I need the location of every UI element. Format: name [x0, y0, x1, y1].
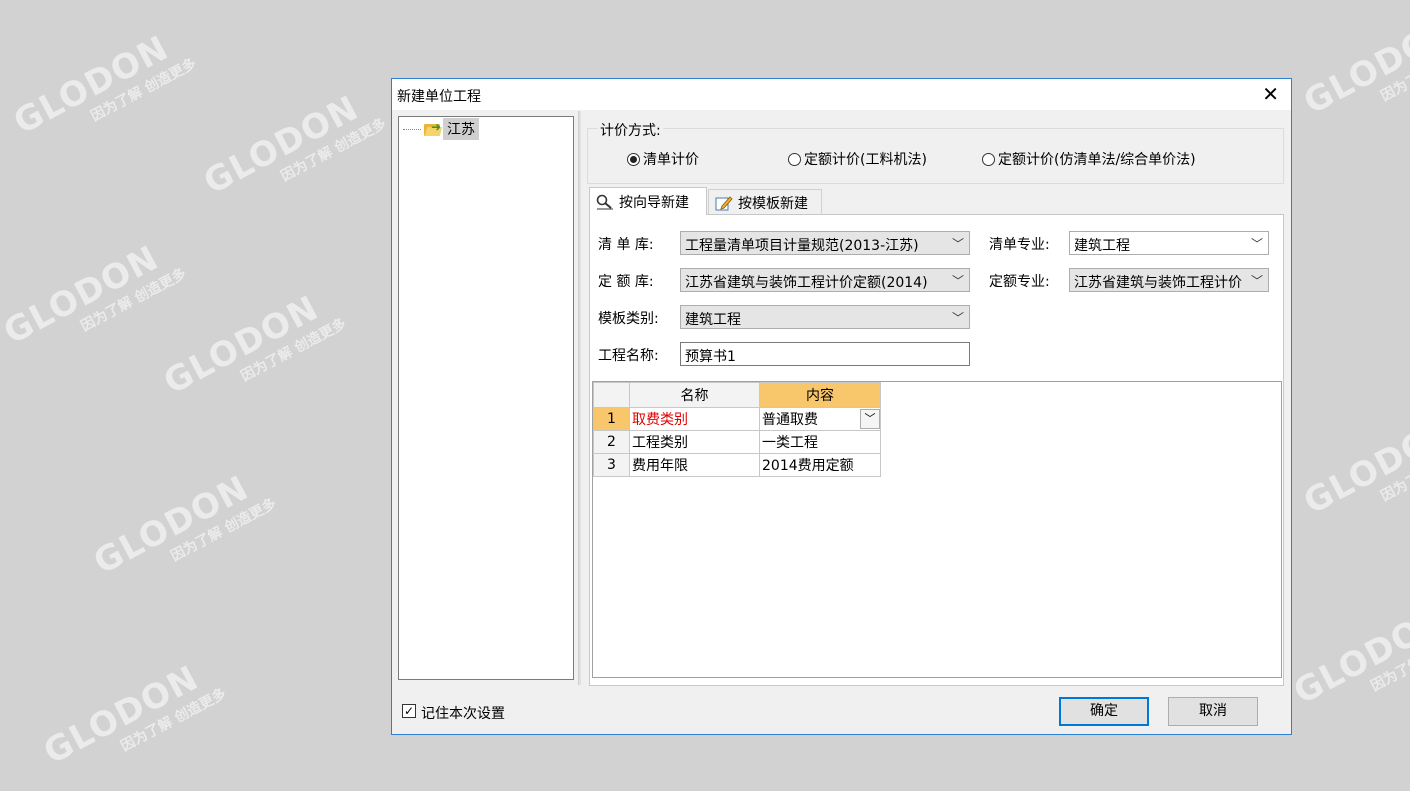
chevron-down-icon: ﹀ [1250, 237, 1263, 251]
cell-name: 费用年限 [629, 453, 760, 477]
list-major-select[interactable]: 建筑工程 ﹀ [1069, 231, 1269, 255]
close-icon[interactable]: ✕ [1262, 82, 1279, 106]
cell-value[interactable]: 2014费用定额 [759, 453, 881, 477]
tree-node-label: 江苏 [443, 118, 479, 140]
dialog-title: 新建单位工程 [397, 89, 481, 105]
cancel-button[interactable]: 取消 [1168, 697, 1258, 726]
chevron-down-icon: ﹀ [951, 274, 964, 288]
tab-template-new[interactable]: 按模板新建 [708, 189, 822, 215]
watermark: GLODON因为了解 创造更多 [157, 287, 350, 403]
watermark: GLODON因为了解 创造更多 [197, 87, 390, 203]
radio-quota-labor-material[interactable]: 定额计价(工料机法) [788, 149, 927, 169]
table-header-row: 名称 内容 [593, 382, 881, 408]
tree-connector [403, 128, 421, 130]
magnifier-icon [596, 194, 614, 210]
row-number: 1 [593, 407, 630, 431]
select-value: 建筑工程 [685, 312, 741, 328]
table-row[interactable]: 2 工程类别 一类工程 [593, 430, 881, 454]
folder-open-icon: ➜ [423, 120, 443, 137]
select-value: 江苏省建筑与装饰工程计价 [1074, 275, 1242, 291]
watermark: GLODON因为了解 创造更多 [7, 27, 200, 143]
radio-label: 清单计价 [643, 152, 699, 168]
header-corner [593, 382, 630, 408]
quota-library-select[interactable]: 江苏省建筑与装饰工程计价定额(2014) ﹀ [680, 268, 970, 292]
radio-label: 定额计价(工料机法) [804, 152, 927, 168]
radio-label: 定额计价(仿清单法/综合单价法) [998, 152, 1196, 168]
chevron-down-icon: ﹀ [951, 237, 964, 251]
header-name[interactable]: 名称 [629, 382, 760, 408]
property-table: 名称 内容 1 取费类别 普通取费 ﹀ 2 工程类别 一类工程 3 费用年限 2… [593, 382, 881, 477]
quota-library-label: 定 额 库: [598, 274, 654, 290]
cell-value: 普通取费 [762, 412, 818, 428]
select-value: 江苏省建筑与装饰工程计价定额(2014) [685, 275, 928, 291]
tab-wizard-new[interactable]: 按向导新建 [589, 187, 707, 215]
template-category-select[interactable]: 建筑工程 ﹀ [680, 305, 970, 329]
list-library-label: 清 单 库: [598, 237, 654, 253]
new-unit-project-dialog: 新建单位工程 ✕ ➜ 江苏 计价方式: 清单计价 定额计价(工料机法) 定额计价… [391, 78, 1292, 735]
ok-button[interactable]: 确定 [1059, 697, 1149, 726]
chevron-down-icon: ﹀ [1250, 274, 1263, 288]
chevron-down-icon[interactable]: ﹀ [860, 409, 880, 429]
remember-settings-checkbox[interactable]: ✓ [402, 704, 416, 718]
edit-pencil-icon [715, 195, 733, 211]
cell-name: 取费类别 [629, 407, 760, 431]
select-value: 建筑工程 [1074, 238, 1130, 254]
tab-label: 按向导新建 [619, 194, 689, 211]
tab-label: 按模板新建 [738, 195, 808, 212]
dialog-titlebar: 新建单位工程 ✕ [392, 79, 1291, 110]
pricing-method-title: 计价方式: [598, 120, 663, 140]
watermark: GLODON因为了解 创造更多 [87, 467, 280, 583]
watermark: GLODON因为了解 创造更多 [1297, 407, 1410, 523]
watermark: GLODON因为了解 创造更多 [1287, 597, 1410, 713]
project-name-label: 工程名称: [598, 348, 659, 364]
input-value: 预算书1 [685, 349, 736, 365]
select-value: 工程量清单项目计量规范(2013-江苏) [685, 238, 919, 254]
cell-name: 工程类别 [629, 430, 760, 454]
list-major-label: 清单专业: [989, 237, 1050, 253]
property-grid: 名称 内容 1 取费类别 普通取费 ﹀ 2 工程类别 一类工程 3 费用年限 2… [592, 381, 1282, 678]
cell-value-select[interactable]: 普通取费 ﹀ [759, 407, 881, 431]
radio-icon [627, 152, 640, 166]
quota-major-label: 定额专业: [989, 274, 1050, 290]
region-tree: ➜ 江苏 [398, 116, 574, 680]
dialog-footer: ✓ 记住本次设置 确定 取消 [392, 685, 1291, 734]
watermark: GLODON因为了解 创造更多 [37, 657, 230, 773]
quota-major-select[interactable]: 江苏省建筑与装饰工程计价 ﹀ [1069, 268, 1269, 292]
radio-icon [982, 152, 995, 166]
radio-quota-unit-price[interactable]: 定额计价(仿清单法/综合单价法) [982, 149, 1196, 169]
project-name-input[interactable]: 预算书1 [680, 342, 970, 366]
row-number: 2 [593, 430, 630, 454]
table-row[interactable]: 1 取费类别 普通取费 ﹀ [593, 407, 881, 431]
radio-icon [788, 152, 801, 166]
panel-splitter[interactable] [578, 111, 581, 685]
tree-node-jiangsu[interactable]: ➜ 江苏 [403, 118, 479, 140]
watermark: GLODON因为了解 创造更多 [0, 237, 190, 353]
chevron-down-icon: ﹀ [951, 311, 964, 325]
radio-bill-pricing[interactable]: 清单计价 [627, 149, 699, 169]
table-row[interactable]: 3 费用年限 2014费用定额 [593, 453, 881, 477]
remember-settings-label[interactable]: 记住本次设置 [421, 703, 505, 723]
watermark: GLODON因为了解 创造更多 [1297, 7, 1410, 123]
header-content[interactable]: 内容 [759, 382, 881, 408]
cell-value[interactable]: 一类工程 [759, 430, 881, 454]
row-number: 3 [593, 453, 630, 477]
list-library-select[interactable]: 工程量清单项目计量规范(2013-江苏) ﹀ [680, 231, 970, 255]
template-category-label: 模板类别: [598, 311, 659, 327]
